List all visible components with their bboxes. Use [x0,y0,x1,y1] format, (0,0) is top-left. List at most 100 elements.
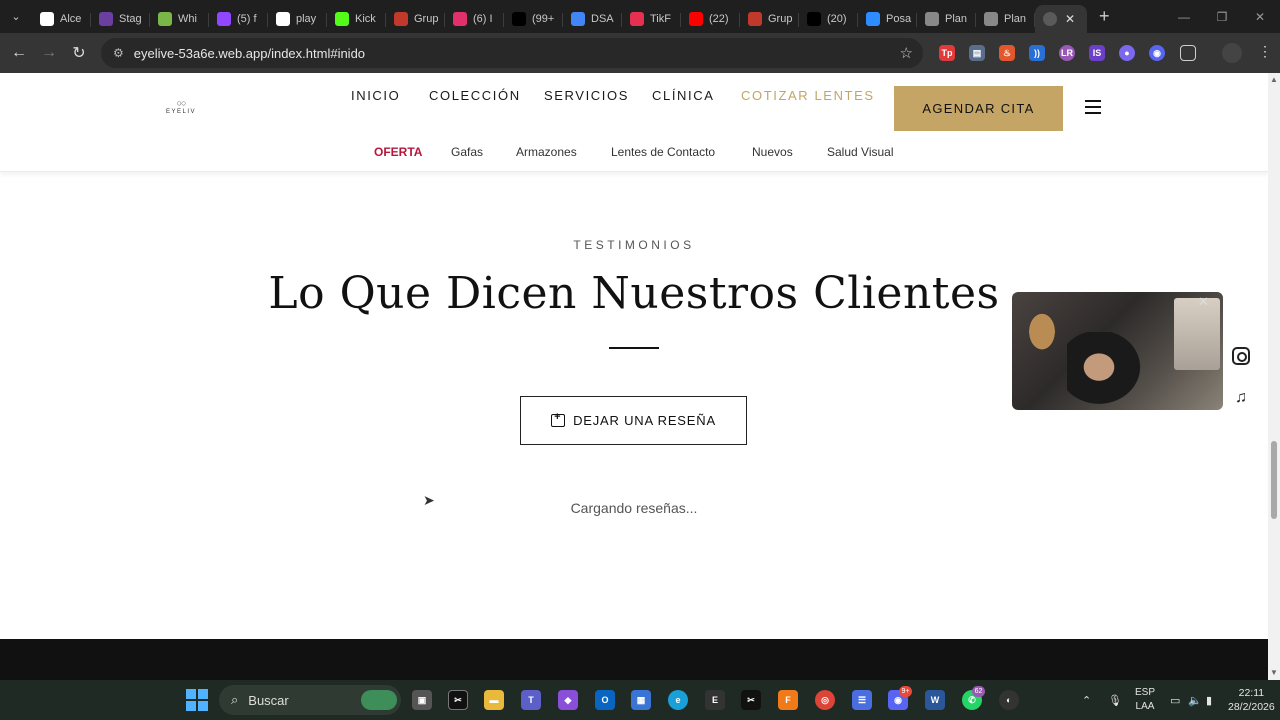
web-page: ○○ EYELIV INICIO COLECCIÓN SERVICIOS CLÍ… [0,73,1268,680]
dejar-resena-button[interactable]: DEJAR UNA RESEÑA [520,396,747,445]
site-info-icon[interactable]: ⚙ [113,46,124,60]
app-list-icon[interactable]: ☰ [852,690,872,710]
browser-tab[interactable]: (20) [799,5,858,33]
file-explorer-icon[interactable]: ▬ [484,690,504,710]
tab-title: Grup [414,13,439,25]
microphone-icon[interactable]: 🎙 [1108,680,1122,720]
browser-tab[interactable]: Grup [740,5,799,33]
globe-icon [925,12,939,26]
obs-icon[interactable]: ◐ [999,690,1019,710]
browser-tab[interactable]: Grup [386,5,445,33]
tab-title: Plan [945,13,968,25]
subnav-oferta[interactable]: OFERTA [374,145,422,159]
site-logo[interactable]: ○○ EYELIV [164,99,198,116]
extension-chat-icon[interactable]: ● [1119,45,1135,61]
page-scrollbar[interactable]: ▲ ▼ [1268,73,1280,680]
tab-title: TikF [650,13,671,25]
browser-tab[interactable]: Plan [976,5,1035,33]
nav-cotizar-lentes[interactable]: COTIZAR LENTES [741,88,875,103]
scrollbar-thumb[interactable] [1271,441,1277,519]
close-video-icon[interactable]: ✕ [1198,294,1209,310]
outlook-icon[interactable]: O [595,690,615,710]
capcut-alt-icon[interactable]: ✂ [741,690,761,710]
music-note-icon[interactable]: ♫ [1230,387,1252,409]
scroll-up-arrow-icon[interactable]: ▲ [1270,75,1278,84]
close-tab-icon[interactable]: ✕ [1065,12,1075,26]
subnav-salud-visual[interactable]: Salud Visual [827,145,894,159]
browser-tab[interactable]: (22) [681,5,740,33]
browser-tab[interactable]: (99+ [504,5,563,33]
browser-tab[interactable]: TikF [622,5,681,33]
zoom-icon [866,12,880,26]
fl-studio-icon[interactable]: F [778,690,798,710]
network-icon[interactable]: ▭ [1170,680,1180,720]
extension-lr-icon[interactable]: LR [1059,45,1075,61]
nav-inicio[interactable]: INICIO [351,88,400,103]
agendar-cita-button[interactable]: AGENDAR CITA [894,86,1063,131]
reload-button[interactable]: ↻ [64,38,94,68]
extension-tp-icon[interactable]: Tp [939,45,955,61]
chrome-icon[interactable]: ◎ [815,690,835,710]
teams-icon[interactable]: T [521,690,541,710]
new-tab-button[interactable]: + [1099,6,1110,27]
browser-tab[interactable]: Kick [327,5,386,33]
play-icon [276,12,290,26]
word-icon[interactable]: W [925,690,945,710]
browser-tab[interactable]: Stag [91,5,150,33]
browser-tab[interactable]: Whi [150,5,209,33]
site-header: ○○ EYELIV INICIO COLECCIÓN SERVICIOS CLÍ… [0,73,1268,145]
docs-icon [571,12,585,26]
subnav-gafas[interactable]: Gafas [451,145,483,159]
epic-games-icon[interactable]: E [705,690,725,710]
volume-icon[interactable]: 🔈 [1188,680,1202,720]
instagram-icon[interactable] [1230,345,1252,367]
hamburger-menu-icon[interactable] [1085,100,1101,118]
browser-tab[interactable]: Plan [917,5,976,33]
edge-icon[interactable]: e [668,690,688,710]
extension-bot-icon[interactable]: ◉ [1149,45,1165,61]
extension-fire-icon[interactable]: ♨ [999,45,1015,61]
browser-menu-icon[interactable]: ⋮ [1258,43,1272,60]
system-clock[interactable]: 22:11 28/2/2026 [1228,686,1275,714]
extension-is-icon[interactable]: IS [1089,45,1105,61]
tab-search-chevron-icon[interactable]: ⌄ [0,0,32,33]
scroll-down-arrow-icon[interactable]: ▼ [1270,668,1278,677]
store-icon[interactable]: ▦ [631,690,651,710]
browser-tab[interactable]: play [268,5,327,33]
browser-tab[interactable]: Posa [858,5,917,33]
webcam-video-overlay[interactable]: ✕ [1012,292,1223,410]
windows-start-icon[interactable] [186,689,208,711]
extension-audio-icon[interactable]: )) [1029,45,1045,61]
capcut-icon[interactable]: ✂ [448,690,468,710]
browser-tab[interactable]: (6) I [445,5,504,33]
bookmark-star-icon[interactable]: ☆ [900,44,913,62]
browser-tab[interactable]: (5) f [209,5,268,33]
subnav-armazones[interactable]: Armazones [516,145,577,159]
profile-avatar[interactable] [1222,43,1242,63]
extensions-puzzle-icon[interactable] [1180,45,1196,61]
copilot-icon[interactable]: ◆ [558,690,578,710]
subnav-lentes-contacto[interactable]: Lentes de Contacto [611,145,715,159]
maximize-button[interactable]: ❐ [1203,0,1241,33]
nav-coleccion[interactable]: COLECCIÓN [429,88,521,103]
minimize-button[interactable]: — [1165,0,1203,33]
browser-tab[interactable]: Alce [32,5,91,33]
battery-icon[interactable]: ▮ [1206,680,1212,720]
address-bar[interactable]: ⚙ eyelive-53a6e.web.app/index.html#inido… [101,38,923,68]
nav-servicios[interactable]: SERVICIOS [544,88,629,103]
browser-tab[interactable]: DSA [563,5,622,33]
tab-active[interactable]: ✕ [1035,5,1087,33]
close-window-button[interactable]: ✕ [1241,0,1279,33]
group-icon [748,12,762,26]
nav-clinica[interactable]: CLÍNICA [652,88,715,103]
back-button[interactable]: ← [4,38,34,68]
language-indicator[interactable]: ESP LAA [1135,686,1155,714]
taskbar-search-box[interactable]: ⌕ Buscar [219,685,401,715]
taskbar-search-placeholder: Buscar [248,692,289,708]
task-view-icon[interactable]: ▣ [412,690,432,710]
subnav-nuevos[interactable]: Nuevos [752,145,793,159]
forward-button[interactable]: → [34,38,64,68]
tab-title: (22) [709,13,729,25]
extension-doc-icon[interactable]: ▤ [969,45,985,61]
tray-chevron-icon[interactable]: ⌃ [1082,680,1091,720]
